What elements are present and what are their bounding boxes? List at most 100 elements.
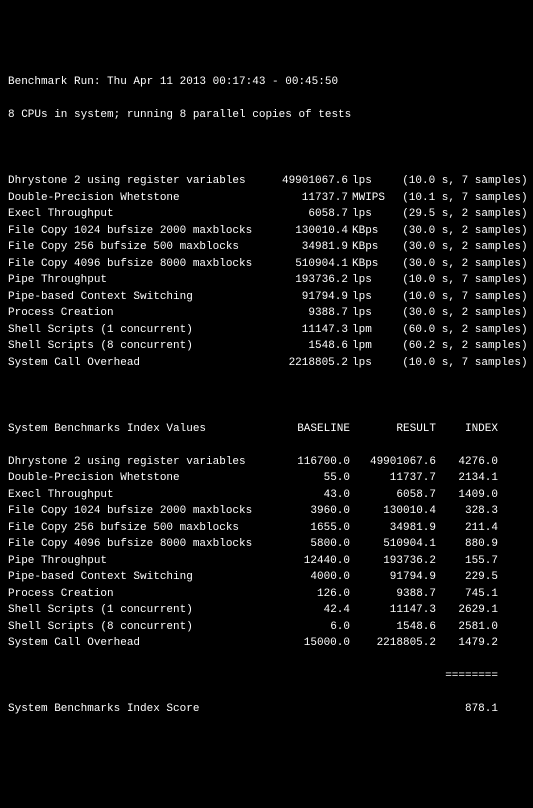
- index-value: 229.5: [436, 569, 498, 586]
- result-unit: lps: [348, 173, 390, 190]
- index-name: File Copy 1024 bufsize 2000 maxblocks: [8, 503, 278, 520]
- result-row: Dhrystone 2 using register variables4990…: [8, 173, 525, 190]
- index-header: System Benchmarks Index ValuesBASELINERE…: [8, 421, 525, 438]
- result-time: (10.0 s,: [390, 355, 455, 372]
- result-name: Shell Scripts (1 concurrent): [8, 322, 268, 339]
- result-row: Execl Throughput6058.7lps(29.5 s, 2 samp…: [8, 206, 525, 223]
- index-result: 1548.6: [350, 619, 436, 636]
- score-line: System Benchmarks Index Score878.1: [8, 701, 525, 718]
- result-value: 510904.1: [268, 256, 348, 273]
- index-baseline: 12440.0: [278, 553, 350, 570]
- result-row: Pipe-based Context Switching91794.9lps(1…: [8, 289, 525, 306]
- col-result: RESULT: [350, 421, 436, 438]
- index-baseline: 116700.0: [278, 454, 350, 471]
- result-value: 193736.2: [268, 272, 348, 289]
- index-name: File Copy 256 bufsize 500 maxblocks: [8, 520, 278, 537]
- index-value: 211.4: [436, 520, 498, 537]
- result-row: Double-Precision Whetstone11737.7MWIPS(1…: [8, 190, 525, 207]
- index-name: Shell Scripts (8 concurrent): [8, 619, 278, 636]
- index-result: 130010.4: [350, 503, 436, 520]
- index-result: 49901067.6: [350, 454, 436, 471]
- index-value: 2581.0: [436, 619, 498, 636]
- index-row: File Copy 4096 bufsize 8000 maxblocks580…: [8, 536, 525, 553]
- result-value: 2218805.2: [268, 355, 348, 372]
- result-unit: lps: [348, 305, 390, 322]
- index-result: 9388.7: [350, 586, 436, 603]
- result-time: (10.0 s,: [390, 173, 455, 190]
- index-row: File Copy 256 bufsize 500 maxblocks1655.…: [8, 520, 525, 537]
- result-row: File Copy 1024 bufsize 2000 maxblocks130…: [8, 223, 525, 240]
- index-title: System Benchmarks Index Values: [8, 421, 278, 438]
- result-samples: 2 samples): [455, 206, 533, 223]
- result-unit: lpm: [348, 322, 390, 339]
- result-time: (60.2 s,: [390, 338, 455, 355]
- result-samples: 7 samples): [455, 190, 533, 207]
- result-samples: 7 samples): [455, 272, 533, 289]
- index-name: Dhrystone 2 using register variables: [8, 454, 278, 471]
- result-value: 34981.9: [268, 239, 348, 256]
- index-row: Pipe-based Context Switching4000.091794.…: [8, 569, 525, 586]
- header-line-2: 8 CPUs in system; running 8 parallel cop…: [8, 107, 525, 124]
- result-time: (10.1 s,: [390, 190, 455, 207]
- index-value: 1479.2: [436, 635, 498, 652]
- result-unit: KBps: [348, 239, 390, 256]
- index-row: Shell Scripts (1 concurrent)42.411147.32…: [8, 602, 525, 619]
- index-name: Pipe-based Context Switching: [8, 569, 278, 586]
- result-unit: lps: [348, 206, 390, 223]
- index-value: 328.3: [436, 503, 498, 520]
- result-samples: 2 samples): [455, 322, 533, 339]
- result-time: (30.0 s,: [390, 305, 455, 322]
- index-baseline: 15000.0: [278, 635, 350, 652]
- result-name: System Call Overhead: [8, 355, 268, 372]
- result-samples: 7 samples): [455, 355, 533, 372]
- result-value: 9388.7: [268, 305, 348, 322]
- index-baseline: 55.0: [278, 470, 350, 487]
- index-result: 11737.7: [350, 470, 436, 487]
- result-row: Shell Scripts (1 concurrent)11147.3lpm(6…: [8, 322, 525, 339]
- result-value: 130010.4: [268, 223, 348, 240]
- col-baseline: BASELINE: [278, 421, 350, 438]
- score-label: System Benchmarks Index Score: [8, 701, 278, 718]
- result-unit: lps: [348, 355, 390, 372]
- index-baseline: 3960.0: [278, 503, 350, 520]
- index-name: Process Creation: [8, 586, 278, 603]
- result-row: Process Creation9388.7lps(30.0 s, 2 samp…: [8, 305, 525, 322]
- index-value: 155.7: [436, 553, 498, 570]
- index-value: 2134.1: [436, 470, 498, 487]
- result-unit: lpm: [348, 338, 390, 355]
- index-row: File Copy 1024 bufsize 2000 maxblocks396…: [8, 503, 525, 520]
- result-name: File Copy 1024 bufsize 2000 maxblocks: [8, 223, 268, 240]
- index-value: 880.9: [436, 536, 498, 553]
- index-row: Shell Scripts (8 concurrent)6.01548.6258…: [8, 619, 525, 636]
- result-name: Process Creation: [8, 305, 268, 322]
- result-time: (60.0 s,: [390, 322, 455, 339]
- index-baseline: 6.0: [278, 619, 350, 636]
- result-value: 49901067.6: [268, 173, 348, 190]
- result-unit: KBps: [348, 256, 390, 273]
- result-value: 11147.3: [268, 322, 348, 339]
- result-samples: 2 samples): [455, 256, 533, 273]
- index-result: 193736.2: [350, 553, 436, 570]
- index-value: 2629.1: [436, 602, 498, 619]
- result-time: (30.0 s,: [390, 256, 455, 273]
- index-result: 11147.3: [350, 602, 436, 619]
- index-row: Process Creation126.09388.7745.1: [8, 586, 525, 603]
- result-unit: lps: [348, 272, 390, 289]
- rule-line: ========: [8, 668, 525, 685]
- result-value: 11737.7: [268, 190, 348, 207]
- rule: ========: [436, 668, 498, 685]
- index-value: 745.1: [436, 586, 498, 603]
- index-result: 6058.7: [350, 487, 436, 504]
- index-name: Pipe Throughput: [8, 553, 278, 570]
- result-name: Execl Throughput: [8, 206, 268, 223]
- result-row: File Copy 4096 bufsize 8000 maxblocks510…: [8, 256, 525, 273]
- index-name: Shell Scripts (1 concurrent): [8, 602, 278, 619]
- result-name: Dhrystone 2 using register variables: [8, 173, 268, 190]
- index-result: 91794.9: [350, 569, 436, 586]
- result-value: 1548.6: [268, 338, 348, 355]
- index-name: System Call Overhead: [8, 635, 278, 652]
- index-result: 2218805.2: [350, 635, 436, 652]
- result-row: File Copy 256 bufsize 500 maxblocks34981…: [8, 239, 525, 256]
- index-row: System Call Overhead15000.02218805.21479…: [8, 635, 525, 652]
- index-baseline: 1655.0: [278, 520, 350, 537]
